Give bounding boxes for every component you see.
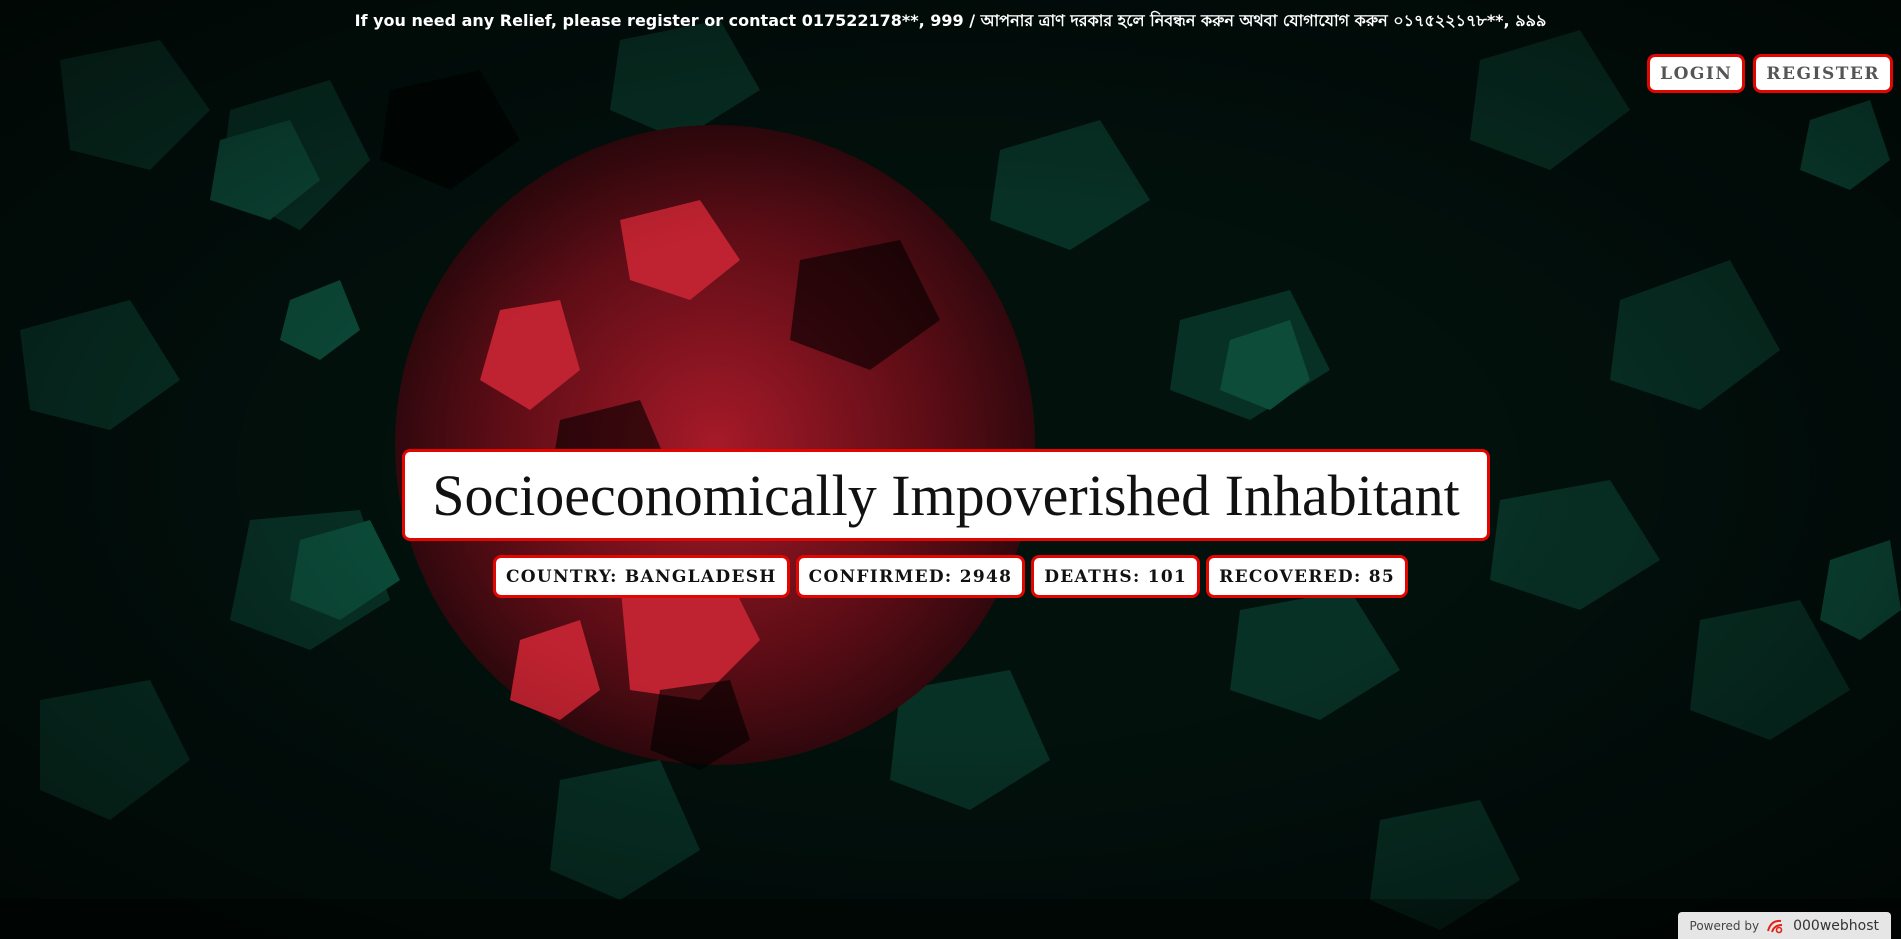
deaths-badge: DEATHS: 101 (1031, 555, 1201, 598)
recovered-badge: RECOVERED: 85 (1206, 555, 1409, 598)
powered-by-badge[interactable]: Powered by 000webhost (1677, 912, 1891, 939)
hero-title-box: Socioeconomically Impoverished Inhabitan… (402, 449, 1490, 541)
relief-notice-text: If you need any Relief, please register … (354, 11, 1547, 30)
host-name: 000webhost (1793, 918, 1879, 934)
login-button[interactable]: LOGIN (1647, 54, 1746, 93)
country-badge: COUNTRY: BANGLADESH (492, 555, 790, 598)
relief-notice-banner: If you need any Relief, please register … (0, 8, 1901, 35)
covid-stats-row: COUNTRY: BANGLADESH CONFIRMED: 2948 DEAT… (0, 555, 1901, 598)
powered-by-label: Powered by (1689, 919, 1760, 933)
auth-buttons: LOGIN REGISTER (1647, 54, 1893, 93)
footer-strip (0, 899, 1901, 939)
register-button[interactable]: REGISTER (1753, 54, 1893, 93)
page-title: Socioeconomically Impoverished Inhabitan… (432, 462, 1460, 528)
000webhost-logo-icon (1767, 919, 1783, 934)
confirmed-badge: CONFIRMED: 2948 (795, 555, 1026, 598)
